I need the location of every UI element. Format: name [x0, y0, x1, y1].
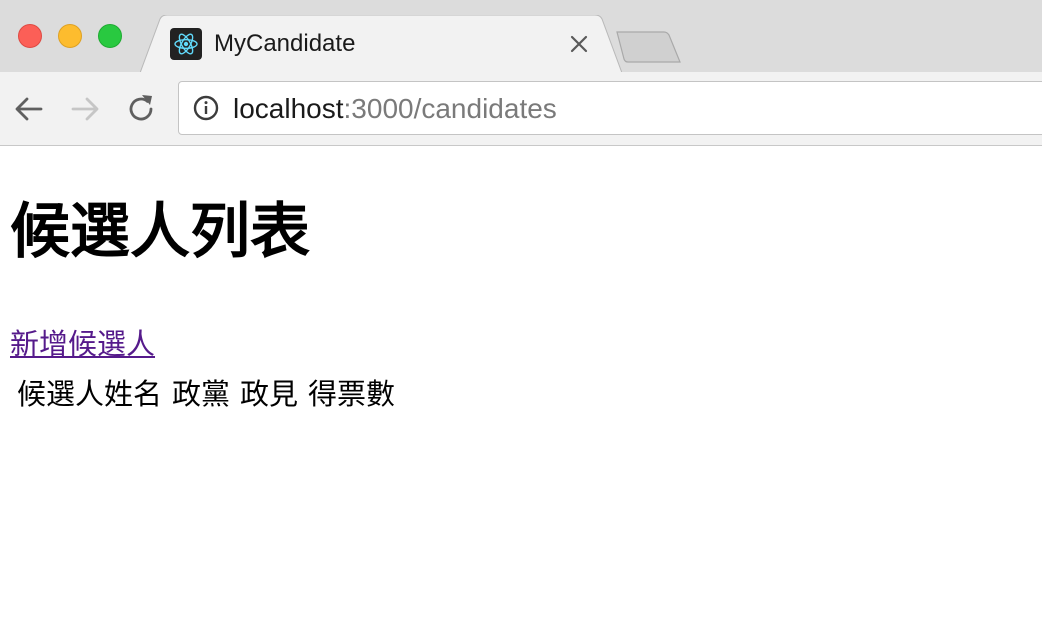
close-tab-icon[interactable]	[568, 33, 590, 55]
column-header-name: 候選人姓名	[17, 377, 163, 411]
url-text: localhost:3000/candidates	[233, 92, 557, 126]
url-host: localhost	[233, 93, 344, 124]
tab-title: MyCandidate	[214, 30, 356, 57]
window-close-button[interactable]	[18, 24, 42, 48]
browser-window: MyCandidate localhost:3000/candidates 候選…	[0, 0, 1042, 622]
page-title: 候選人列表	[10, 197, 310, 267]
new-tab-button[interactable]	[614, 30, 682, 64]
address-bar[interactable]: localhost:3000/candidates	[178, 81, 1042, 135]
column-header-platform: 政見	[240, 377, 299, 411]
react-logo-icon	[170, 28, 202, 60]
reload-icon[interactable]	[124, 92, 158, 126]
window-maximize-button[interactable]	[98, 24, 122, 48]
window-minimize-button[interactable]	[58, 24, 82, 48]
browser-toolbar: localhost:3000/candidates	[0, 72, 1042, 146]
candidate-table-header: 候選人姓名 政黨 政見 得票數	[17, 374, 395, 414]
tab-strip: MyCandidate	[0, 0, 1042, 73]
tab-background	[140, 15, 622, 73]
back-arrow-icon[interactable]	[12, 92, 46, 126]
add-candidate-link[interactable]: 新增候選人	[10, 324, 155, 364]
column-header-votes: 得票數	[308, 377, 396, 411]
page-content: 候選人列表 新增候選人 候選人姓名 政黨 政見 得票數	[0, 146, 1042, 622]
url-path: :3000/candidates	[343, 93, 557, 124]
forward-arrow-icon[interactable]	[68, 92, 102, 126]
info-icon[interactable]	[193, 95, 219, 121]
column-header-party: 政黨	[172, 377, 231, 411]
tab-mycandidate[interactable]: MyCandidate	[140, 15, 622, 73]
